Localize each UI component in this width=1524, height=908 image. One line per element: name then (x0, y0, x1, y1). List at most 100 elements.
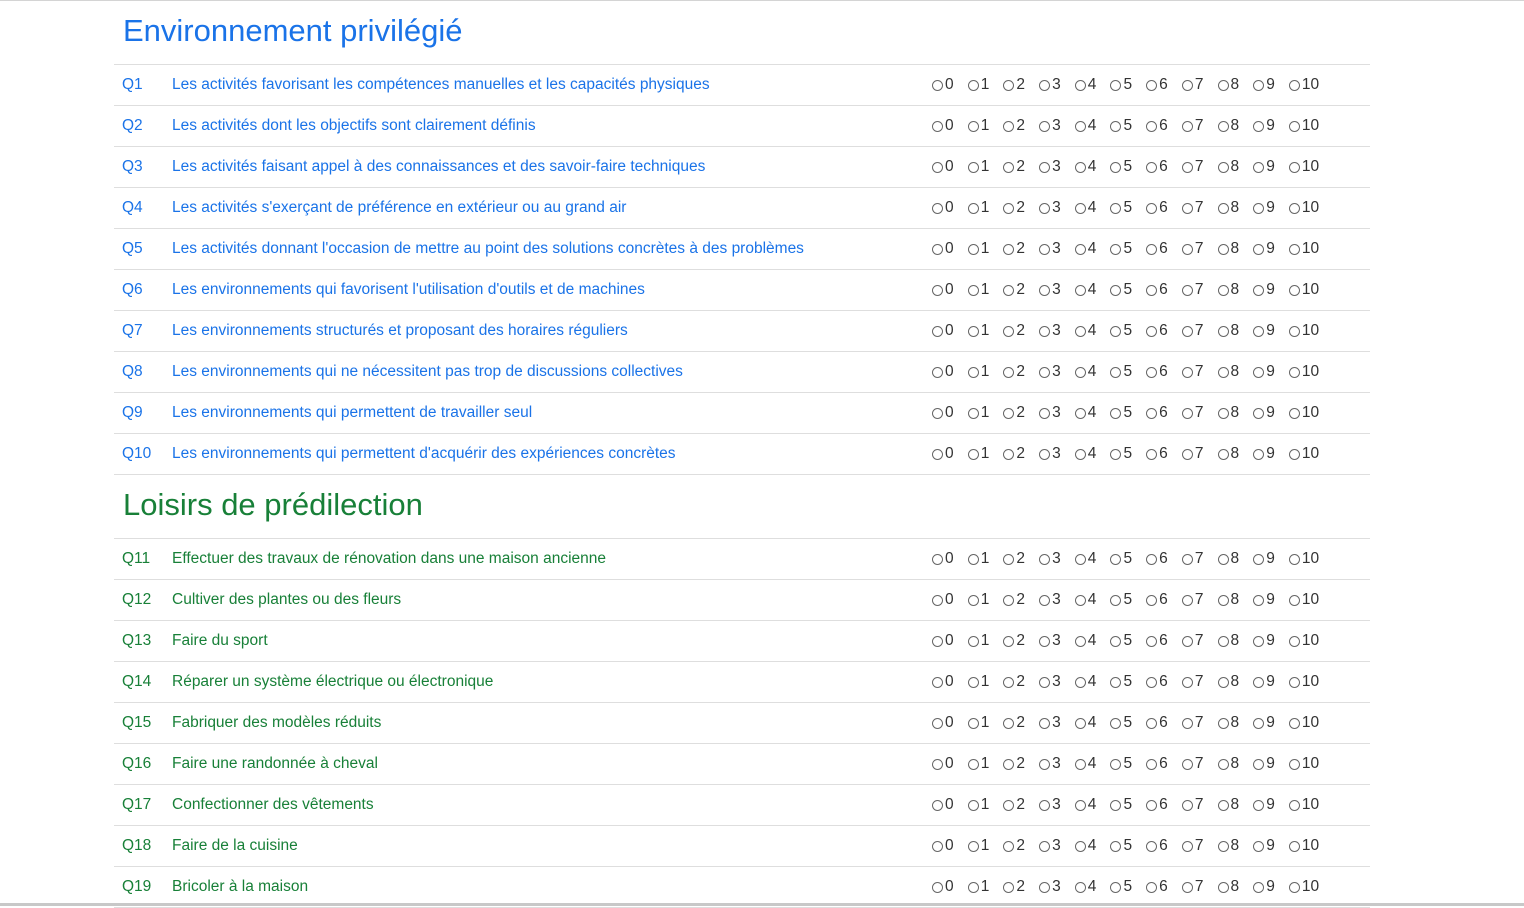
rating-option[interactable]: 10 (1288, 755, 1333, 773)
radio-button[interactable] (932, 202, 943, 214)
radio-button[interactable] (1253, 676, 1265, 688)
radio-button[interactable] (932, 594, 943, 606)
rating-option[interactable]: 3 (1039, 673, 1075, 691)
rating-option[interactable]: 8 (1217, 837, 1254, 855)
radio-button[interactable] (1181, 120, 1193, 132)
rating-option[interactable]: 6 (1146, 76, 1182, 94)
rating-option[interactable]: 4 (1074, 837, 1111, 855)
radio-button[interactable] (1039, 284, 1051, 296)
radio-button[interactable] (1181, 717, 1193, 729)
rating-option[interactable]: 1 (967, 199, 1004, 217)
radio-button[interactable] (1288, 161, 1300, 173)
rating-option[interactable]: 8 (1217, 878, 1254, 896)
radio-button[interactable] (1146, 407, 1158, 419)
rating-option[interactable]: 1 (967, 632, 1004, 650)
radio-button[interactable] (1074, 407, 1086, 419)
radio-button[interactable] (1074, 448, 1086, 460)
rating-option[interactable]: 9 (1253, 632, 1289, 650)
rating-option[interactable]: 3 (1039, 796, 1075, 814)
radio-button[interactable] (967, 407, 979, 419)
rating-option[interactable]: 2 (1003, 796, 1039, 814)
radio-button[interactable] (1253, 553, 1265, 565)
radio-button[interactable] (1003, 161, 1015, 173)
rating-option[interactable]: 9 (1253, 281, 1289, 299)
radio-button[interactable] (967, 120, 979, 132)
rating-option[interactable]: 6 (1146, 673, 1182, 691)
radio-button[interactable] (1074, 635, 1086, 647)
rating-option[interactable]: 10 (1288, 714, 1333, 732)
radio-button[interactable] (967, 635, 979, 647)
rating-option[interactable]: 2 (1003, 755, 1039, 773)
rating-option[interactable]: 0 (932, 281, 968, 299)
radio-button[interactable] (1146, 202, 1158, 214)
rating-option[interactable]: 1 (967, 158, 1004, 176)
rating-option[interactable]: 4 (1074, 240, 1111, 258)
radio-button[interactable] (1039, 366, 1051, 378)
rating-option[interactable]: 9 (1253, 322, 1289, 340)
rating-option[interactable]: 7 (1181, 550, 1218, 568)
rating-option[interactable]: 0 (932, 76, 968, 94)
radio-button[interactable] (1181, 407, 1193, 419)
radio-button[interactable] (1003, 676, 1015, 688)
rating-option[interactable]: 4 (1074, 673, 1111, 691)
radio-button[interactable] (1288, 325, 1300, 337)
rating-option[interactable]: 8 (1217, 591, 1254, 609)
radio-button[interactable] (1110, 717, 1122, 729)
rating-option[interactable]: 3 (1039, 837, 1075, 855)
rating-option[interactable]: 3 (1039, 281, 1075, 299)
radio-button[interactable] (1253, 120, 1265, 132)
rating-option[interactable]: 8 (1217, 755, 1254, 773)
rating-option[interactable]: 10 (1288, 240, 1333, 258)
radio-button[interactable] (1288, 202, 1300, 214)
rating-option[interactable]: 2 (1003, 445, 1039, 463)
rating-option[interactable]: 0 (932, 673, 968, 691)
rating-option[interactable]: 10 (1288, 673, 1333, 691)
rating-option[interactable]: 9 (1253, 76, 1289, 94)
rating-option[interactable]: 0 (932, 714, 968, 732)
rating-option[interactable]: 6 (1146, 878, 1182, 896)
radio-button[interactable] (1146, 594, 1158, 606)
rating-option[interactable]: 7 (1181, 363, 1218, 381)
rating-option[interactable]: 9 (1253, 714, 1289, 732)
radio-button[interactable] (1039, 448, 1051, 460)
rating-option[interactable]: 2 (1003, 837, 1039, 855)
radio-button[interactable] (1217, 79, 1229, 91)
rating-option[interactable]: 4 (1074, 404, 1111, 422)
radio-button[interactable] (1288, 594, 1300, 606)
radio-button[interactable] (1039, 799, 1051, 811)
rating-option[interactable]: 0 (932, 322, 968, 340)
rating-option[interactable]: 4 (1074, 199, 1111, 217)
radio-button[interactable] (1074, 717, 1086, 729)
radio-button[interactable] (1146, 881, 1158, 893)
rating-option[interactable]: 7 (1181, 591, 1218, 609)
radio-button[interactable] (1288, 448, 1300, 460)
radio-button[interactable] (1217, 243, 1229, 255)
radio-button[interactable] (1074, 799, 1086, 811)
radio-button[interactable] (1003, 758, 1015, 770)
radio-button[interactable] (1253, 635, 1265, 647)
rating-option[interactable]: 2 (1003, 240, 1039, 258)
radio-button[interactable] (1181, 284, 1193, 296)
radio-button[interactable] (1217, 448, 1229, 460)
radio-button[interactable] (967, 79, 979, 91)
radio-button[interactable] (1253, 407, 1265, 419)
radio-button[interactable] (1039, 676, 1051, 688)
radio-button[interactable] (1217, 881, 1229, 893)
rating-option[interactable]: 0 (932, 632, 968, 650)
radio-button[interactable] (932, 676, 943, 688)
rating-option[interactable]: 9 (1253, 878, 1289, 896)
rating-option[interactable]: 2 (1003, 363, 1039, 381)
rating-option[interactable]: 1 (967, 322, 1004, 340)
radio-button[interactable] (967, 448, 979, 460)
radio-button[interactable] (1003, 881, 1015, 893)
radio-button[interactable] (1146, 366, 1158, 378)
radio-button[interactable] (1110, 161, 1122, 173)
rating-option[interactable]: 5 (1110, 76, 1146, 94)
radio-button[interactable] (1217, 407, 1229, 419)
radio-button[interactable] (1110, 202, 1122, 214)
radio-button[interactable] (1146, 284, 1158, 296)
radio-button[interactable] (1253, 717, 1265, 729)
radio-button[interactable] (967, 325, 979, 337)
radio-button[interactable] (1181, 676, 1193, 688)
rating-option[interactable]: 10 (1288, 281, 1333, 299)
